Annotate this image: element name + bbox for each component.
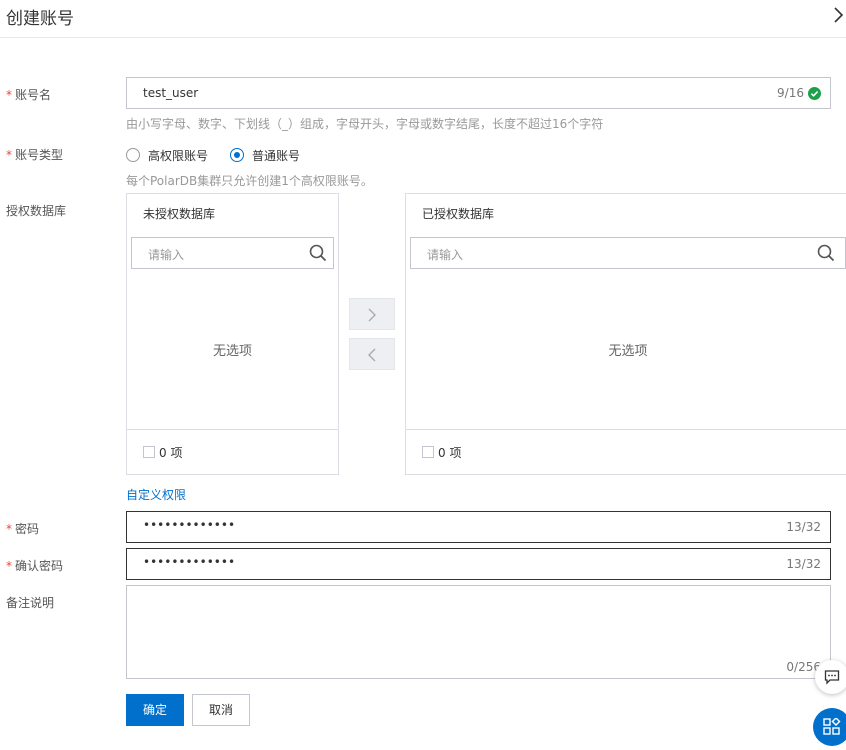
account-name-help: 由小写字母、数字、下划线（_）组成，字母开头，字母或数字结尾，长度不超过16个字…: [126, 117, 604, 131]
panel-title: 已授权数据库: [422, 207, 495, 221]
chat-icon: [824, 670, 840, 685]
panel-header: 已授权数据库: [406, 194, 846, 230]
move-right-button[interactable]: [349, 298, 395, 330]
confirm-password-label: * 确认密码: [6, 559, 64, 573]
apps-grid-icon: [823, 718, 841, 735]
chevron-left-icon: [368, 348, 376, 362]
search-icon[interactable]: [817, 244, 835, 262]
check-circle-icon: [808, 87, 821, 100]
unauthorized-db-panel: 未授权数据库 请输入 无选项 0 项: [126, 193, 339, 475]
empty-text: 无选项: [212, 344, 252, 359]
panel-footer: 0 项: [127, 429, 338, 474]
authorized-db-panel: 已授权数据库 请输入 无选项 0 项: [405, 193, 846, 475]
search-placeholder: 请输入: [427, 248, 464, 262]
account-name-input[interactable]: test_user 9/16: [126, 77, 831, 109]
chevron-right-icon[interactable]: [832, 5, 846, 25]
account-name-count: 9/16: [777, 86, 804, 100]
item-count: 0 项: [438, 446, 462, 460]
dialog-title: 创建账号: [6, 9, 74, 29]
password-label: * 密码: [6, 522, 40, 536]
empty-text: 无选项: [608, 344, 648, 359]
account-type-help: 每个PolarDB集群只允许创建1个高权限账号。: [126, 174, 373, 188]
move-left-button[interactable]: [349, 338, 395, 370]
search-icon[interactable]: [309, 244, 327, 262]
password-input[interactable]: ••••••••••••• 13/32: [126, 511, 831, 543]
confirm-password-value: •••••••••••••: [143, 555, 236, 569]
confirm-password-input[interactable]: ••••••••••••• 13/32: [126, 548, 831, 580]
account-type-radio-group: 高权限账号 普通账号: [126, 146, 322, 164]
custom-permission-link[interactable]: 自定义权限: [126, 486, 186, 503]
item-count: 0 项: [159, 446, 183, 460]
select-all-checkbox[interactable]: [143, 446, 155, 458]
remark-label: 备注说明: [6, 596, 55, 610]
radio-label: 高权限账号: [148, 148, 209, 163]
radio-label: 普通账号: [252, 148, 301, 163]
authorized-search-input[interactable]: 请输入: [410, 237, 846, 269]
select-all-checkbox[interactable]: [422, 446, 434, 458]
confirm-button[interactable]: 确定: [126, 694, 184, 726]
password-count: 13/32: [786, 520, 821, 534]
cancel-button[interactable]: 取消: [192, 694, 250, 726]
remark-textarea[interactable]: 0/256: [126, 585, 831, 679]
dialog-header: 创建账号: [0, 0, 846, 38]
panel-title: 未授权数据库: [143, 207, 216, 221]
unauthorized-search-input[interactable]: 请输入: [131, 237, 334, 269]
account-type-label: * 账号类型: [6, 148, 64, 162]
panel-header: 未授权数据库: [127, 194, 338, 230]
confirm-password-count: 13/32: [786, 557, 821, 571]
databases-label: 授权数据库: [6, 204, 67, 218]
radio-normal[interactable]: 普通账号: [230, 147, 300, 164]
radio-circle[interactable]: [126, 148, 140, 162]
panel-footer: 0 项: [406, 429, 846, 474]
chat-button[interactable]: [815, 660, 846, 694]
password-value: •••••••••••••: [143, 518, 236, 532]
account-name-label: * 账号名: [6, 88, 52, 102]
search-placeholder: 请输入: [148, 248, 185, 262]
radio-high-privilege[interactable]: 高权限账号: [126, 147, 208, 164]
chevron-right-icon: [368, 308, 376, 322]
apps-button[interactable]: [813, 708, 846, 746]
account-name-value: test_user: [143, 86, 199, 100]
radio-circle-checked[interactable]: [230, 148, 245, 162]
